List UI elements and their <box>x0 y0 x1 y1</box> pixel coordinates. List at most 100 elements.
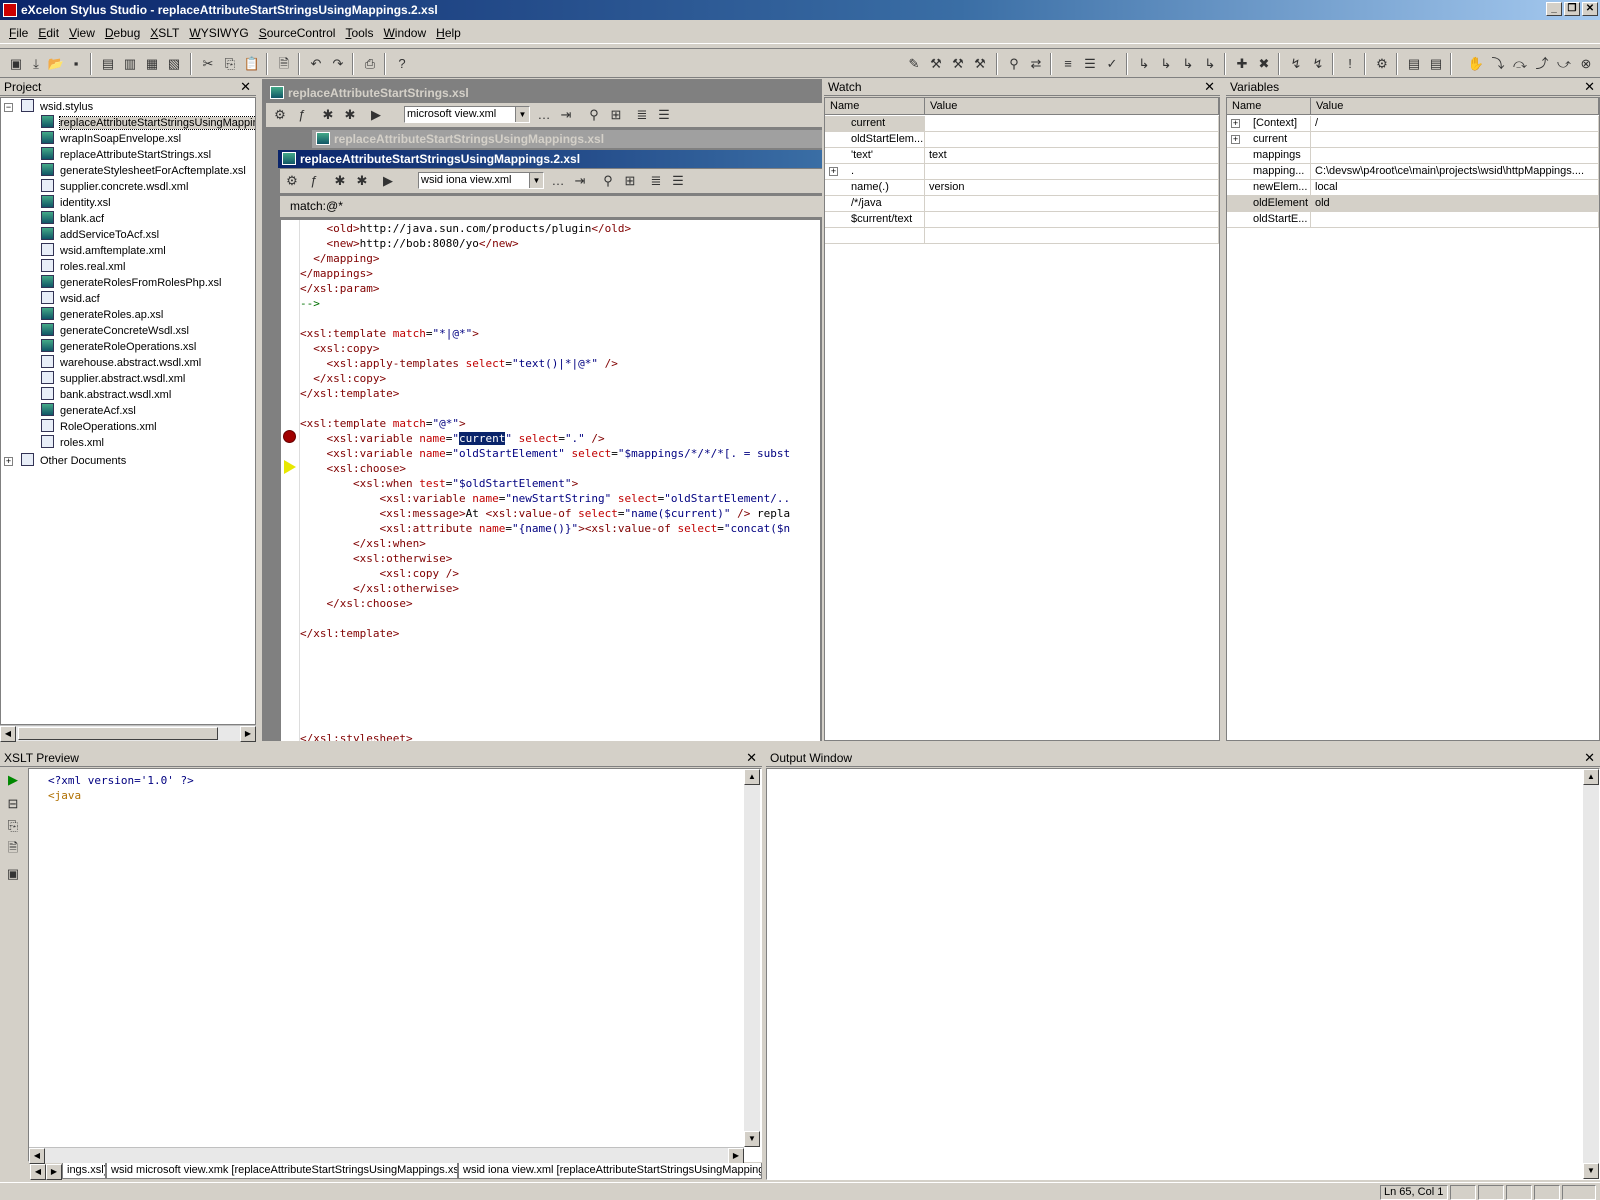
expand-icon[interactable]: + <box>1231 135 1240 144</box>
menu-view[interactable]: View <box>64 24 100 42</box>
tree-item-file[interactable]: generateAcf.xsl <box>41 403 136 419</box>
transform-b-icon[interactable]: ✱ <box>340 105 360 125</box>
tab-scroll-left-icon[interactable]: ◀ <box>30 1164 46 1180</box>
project-hscrollbar[interactable]: ◀ ▶ <box>0 725 256 742</box>
watch-row[interactable]: $current/text <box>825 212 1219 228</box>
tree-item-file[interactable]: RoleOperations.xml <box>41 419 157 435</box>
function-icon[interactable]: ƒ <box>304 171 324 191</box>
variables-row[interactable]: oldStartE... <box>1227 212 1599 228</box>
watch-row[interactable]: /*/java <box>825 196 1219 212</box>
redo-icon[interactable]: ↷ <box>328 54 348 74</box>
tree-view-icon[interactable]: ⊞ <box>620 171 640 191</box>
preview-output[interactable]: <?xml version='1.0' ?> <java <box>48 771 748 1147</box>
play-icon[interactable]: ▶ <box>366 105 386 125</box>
tree-item-file[interactable]: warehouse.abstract.wsdl.xml <box>41 355 201 371</box>
tree-item-file[interactable]: generateRolesFromRolesPhp.xsl <box>41 275 221 291</box>
variables-value-cell[interactable]: C:\devsw\p4root\ce\main\projects\wsid\ht… <box>1311 164 1599 180</box>
menu-file[interactable]: File <box>4 24 33 42</box>
window-tile-icon[interactable]: ▥ <box>120 54 140 74</box>
tab-scroll-right-icon[interactable]: ▶ <box>46 1164 62 1180</box>
stop-debug-icon[interactable]: ⊗ <box>1576 54 1596 74</box>
variables-value-cell[interactable]: local <box>1311 180 1599 196</box>
tree-item-root[interactable]: wsid.stylus <box>21 99 93 115</box>
watch-value-cell[interactable] <box>925 164 1219 180</box>
scroll-thumb[interactable] <box>18 727 218 740</box>
preview-tab-3[interactable]: wsid iona view.xml [replaceAttributeStar… <box>458 1163 762 1179</box>
download-icon[interactable]: ⤓ <box>26 54 46 74</box>
tree-item-file[interactable]: roles.xml <box>41 435 104 451</box>
watch-name-cell[interactable]: 'text' <box>825 148 925 164</box>
close-icon[interactable]: ✕ <box>240 79 251 95</box>
watch-name-cell[interactable]: /*/java <box>825 196 925 212</box>
watch-name-cell[interactable]: oldStartElem... <box>825 132 925 148</box>
watch-row[interactable]: name(.) version <box>825 180 1219 196</box>
tree-item-file[interactable]: replaceAttributeStartStrings.xsl <box>41 147 211 163</box>
browser-view-icon[interactable]: ▣ <box>3 864 23 884</box>
watch-col-value[interactable]: Value <box>925 98 1219 115</box>
tree-icon[interactable]: ⊟ <box>3 794 23 814</box>
menu-sourcecontrol[interactable]: SourceControl <box>254 24 341 42</box>
doc-window-title-2[interactable]: replaceAttributeStartStringsUsingMapping… <box>312 130 822 148</box>
debug-step-d-icon[interactable]: ↳ <box>1200 54 1220 74</box>
variables-col-value[interactable]: Value <box>1311 98 1599 115</box>
preview-vscrollbar[interactable]: ▲ ▼ <box>744 769 760 1147</box>
watch-name-cell[interactable]: current <box>825 116 925 132</box>
document-icon[interactable]: 🗎 <box>274 54 294 74</box>
tree-item-file[interactable]: identity.xsl <box>41 195 111 211</box>
breakpoint-icon[interactable] <box>283 430 296 443</box>
window-layout-icon[interactable]: ▤ <box>98 54 118 74</box>
transform-icon[interactable]: ✱ <box>318 105 338 125</box>
tree-item-file[interactable]: generateRoles.ap.xsl <box>41 307 163 323</box>
browse-icon[interactable]: … <box>548 171 568 191</box>
copy-icon[interactable]: ⎘ <box>220 54 240 74</box>
pin-icon[interactable]: ✎ <box>904 54 924 74</box>
variables-row[interactable]: newElem... local <box>1227 180 1599 196</box>
menu-window[interactable]: Window <box>378 24 431 42</box>
print-icon[interactable]: ⎙ <box>360 54 380 74</box>
variables-row[interactable]: mapping... C:\devsw\p4root\ce\main\projec… <box>1227 164 1599 180</box>
menu-debug[interactable]: Debug <box>100 24 145 42</box>
step-out-icon[interactable]: ⤴ <box>1532 54 1552 74</box>
hand-icon[interactable]: ✋ <box>1466 54 1486 74</box>
close-icon[interactable]: ✕ <box>1584 79 1595 95</box>
variables-row[interactable]: oldElement old <box>1227 196 1599 212</box>
view-b-icon[interactable]: ▤ <box>1426 54 1446 74</box>
close-icon[interactable]: ✕ <box>1584 750 1595 766</box>
debug-step-a-icon[interactable]: ↳ <box>1134 54 1154 74</box>
watch-value-cell[interactable] <box>925 212 1219 228</box>
browse-icon[interactable]: … <box>534 105 554 125</box>
watch-name-cell[interactable]: $current/text <box>825 212 925 228</box>
find-icon[interactable]: ⚲ <box>1004 54 1024 74</box>
run-preview-icon[interactable]: ▶ <box>3 770 23 790</box>
dropdown-icon[interactable]: ▼ <box>515 107 529 122</box>
expand-icon[interactable]: + <box>829 167 838 176</box>
tree-item-file[interactable]: generateStylesheetForAcftemplate.xsl <box>41 163 246 179</box>
variables-row[interactable]: mappings <box>1227 148 1599 164</box>
variables-value-cell[interactable]: / <box>1311 116 1599 132</box>
preview-tab-2[interactable]: wsid microsoft view.xmk [replaceAttribut… <box>106 1163 458 1179</box>
save-icon[interactable]: ▪ <box>66 54 86 74</box>
view-a-icon[interactable]: ▤ <box>1404 54 1424 74</box>
source-select-3[interactable]: wsid iona view.xml ▼ <box>418 172 544 189</box>
help-icon[interactable]: ? <box>392 54 412 74</box>
step-into-icon[interactable]: ⤵ <box>1488 54 1508 74</box>
menu-edit[interactable]: Edit <box>33 24 64 42</box>
variables-value-cell[interactable] <box>1311 148 1599 164</box>
text-view-icon[interactable]: 🗎 <box>3 838 23 858</box>
scroll-left-icon[interactable]: ◀ <box>0 726 16 742</box>
play-icon[interactable]: ▶ <box>378 171 398 191</box>
tree-item-file[interactable]: roles.real.xml <box>41 259 125 275</box>
watch-name-cell[interactable] <box>825 228 925 244</box>
tree-item-file[interactable]: supplier.abstract.wsdl.xml <box>41 371 185 387</box>
assign-icon[interactable]: ⇥ <box>556 105 576 125</box>
scroll-left-icon[interactable]: ◀ <box>29 1148 45 1164</box>
list-icon[interactable]: ☰ <box>654 105 674 125</box>
variables-row[interactable]: current + <box>1227 132 1599 148</box>
menu-wysiwyg[interactable]: WYSIWYG <box>184 24 253 42</box>
maximize-button[interactable]: ❐ <box>1564 2 1580 16</box>
expand-icon[interactable]: + <box>1231 119 1240 128</box>
dropdown-icon[interactable]: ▼ <box>529 173 543 188</box>
debug-e-icon[interactable]: ↯ <box>1286 54 1306 74</box>
scroll-down-icon[interactable]: ▼ <box>744 1131 760 1147</box>
watch-row[interactable] <box>825 228 1219 244</box>
